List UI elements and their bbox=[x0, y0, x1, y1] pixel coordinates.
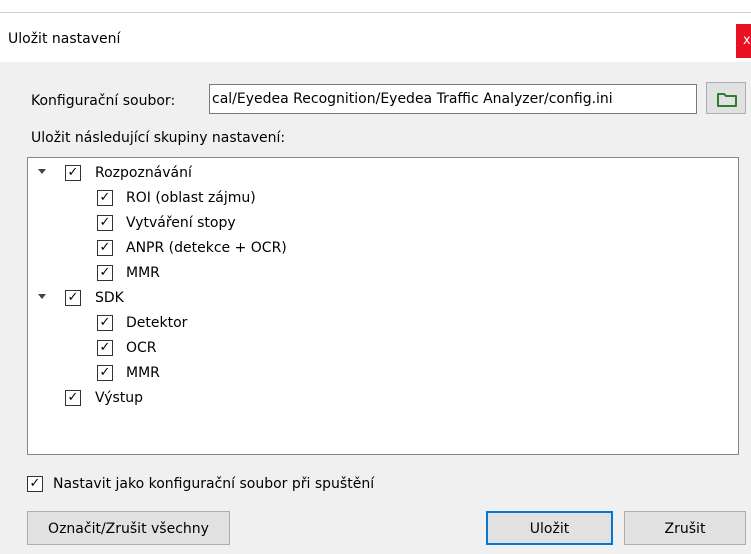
startup-label: Nastavit jako konfigurační soubor při sp… bbox=[53, 476, 375, 492]
config-path-input[interactable] bbox=[210, 85, 696, 113]
tree-node-sdk[interactable]: ✓ SDK bbox=[38, 288, 338, 308]
checkbox-ocr[interactable]: ✓ bbox=[97, 340, 113, 356]
tree-node-label: ROI (oblast zájmu) bbox=[126, 190, 256, 206]
tree-node-anpr[interactable]: ✓ ANPR (detekce + OCR) bbox=[97, 238, 397, 258]
tree-node-detektor[interactable]: ✓ Detektor bbox=[97, 313, 397, 333]
save-settings-dialog: Uložit nastavení x Konfigurační soubor: … bbox=[0, 0, 751, 554]
checkbox-roi[interactable]: ✓ bbox=[97, 190, 113, 206]
tree-node-vystup[interactable]: ✓ Výstup bbox=[65, 388, 365, 408]
checkbox-sdk-mmr[interactable]: ✓ bbox=[97, 365, 113, 381]
tree-node-label: Vytváření stopy bbox=[126, 215, 236, 231]
toggle-all-button[interactable]: Označit/Zrušit všechny bbox=[27, 511, 230, 545]
tree-node-label: Výstup bbox=[95, 390, 144, 406]
checkbox-anpr[interactable]: ✓ bbox=[97, 240, 113, 256]
save-button[interactable]: Uložit bbox=[486, 511, 613, 545]
close-button[interactable]: x bbox=[736, 24, 751, 58]
config-file-label: Konfigurační soubor: bbox=[31, 93, 176, 109]
tree-node-sdk-mmr[interactable]: ✓ MMR bbox=[97, 363, 397, 383]
tree-node-label: MMR bbox=[126, 365, 160, 381]
tree-node-mmr[interactable]: ✓ MMR bbox=[97, 263, 397, 283]
tree-node-vytvareni-stopy[interactable]: ✓ Vytváření stopy bbox=[97, 213, 397, 233]
tree-node-label: ANPR (detekce + OCR) bbox=[126, 240, 287, 256]
cancel-button[interactable]: Zrušit bbox=[624, 511, 746, 545]
checkbox-mmr[interactable]: ✓ bbox=[97, 265, 113, 281]
groups-label: Uložit následující skupiny nastavení: bbox=[31, 130, 286, 146]
config-path-field[interactable] bbox=[209, 84, 697, 114]
expand-arrow-icon[interactable] bbox=[38, 169, 46, 174]
browse-folder-button[interactable] bbox=[706, 82, 746, 114]
dialog-title: Uložit nastavení bbox=[8, 31, 121, 47]
checkbox-rozpoznavani[interactable]: ✓ bbox=[65, 165, 81, 181]
tree-node-label: Rozpoznávání bbox=[95, 165, 192, 181]
expand-arrow-icon[interactable] bbox=[38, 294, 46, 299]
tree-node-label: SDK bbox=[95, 290, 124, 306]
tree-node-label: Detektor bbox=[126, 315, 188, 331]
tree-node-label: OCR bbox=[126, 340, 157, 356]
checkbox-vystup[interactable]: ✓ bbox=[65, 390, 81, 406]
checkbox-sdk[interactable]: ✓ bbox=[65, 290, 81, 306]
checkbox-detektor[interactable]: ✓ bbox=[97, 315, 113, 331]
checkbox-vytvareni-stopy[interactable]: ✓ bbox=[97, 215, 113, 231]
tree-node-label: MMR bbox=[126, 265, 160, 281]
divider bbox=[0, 12, 751, 13]
tree-node-rozpoznavani[interactable]: ✓ Rozpoznávání bbox=[38, 163, 338, 183]
settings-groups-tree[interactable]: ✓ Rozpoznávání ✓ ROI (oblast zájmu) ✓ Vy… bbox=[27, 157, 739, 455]
checkbox-startup[interactable]: ✓ bbox=[27, 476, 43, 492]
folder-icon bbox=[717, 93, 737, 107]
tree-node-roi[interactable]: ✓ ROI (oblast zájmu) bbox=[97, 188, 397, 208]
tree-node-ocr[interactable]: ✓ OCR bbox=[97, 338, 397, 358]
startup-config-option[interactable]: ✓ Nastavit jako konfigurační soubor při … bbox=[27, 474, 487, 494]
title-bar: Uložit nastavení x bbox=[0, 0, 751, 62]
